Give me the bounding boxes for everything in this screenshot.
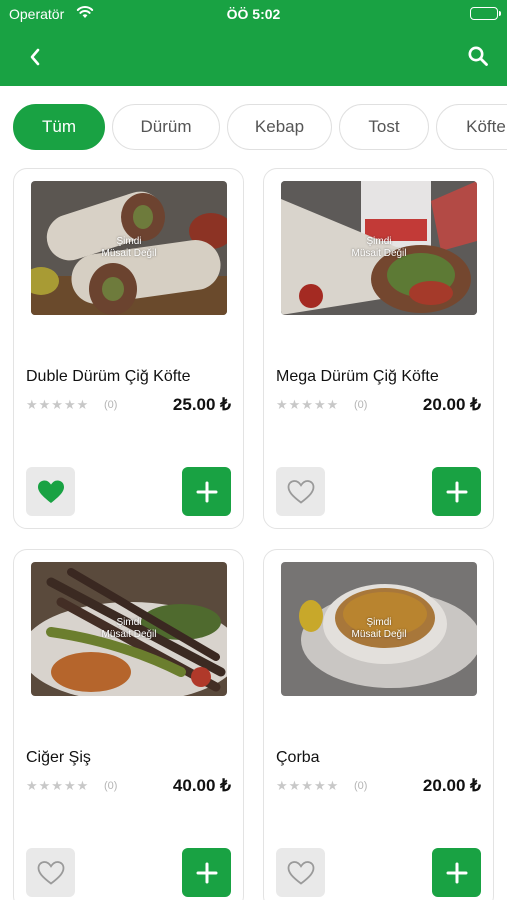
- add-to-cart-button[interactable]: [432, 467, 481, 516]
- availability-label: Müsait Değil: [351, 629, 407, 640]
- category-filter-bar: Tüm Dürüm Kebap Tost Köfte: [0, 104, 507, 152]
- star-rating: ★★★★★: [276, 397, 340, 412]
- heart-outline-icon: [37, 860, 64, 885]
- product-card[interactable]: Şimdi Müsait Değil Ciğer Şiş ★★★★★ (0) 4…: [13, 549, 244, 900]
- category-chip-tum[interactable]: Tüm: [13, 104, 105, 150]
- status-bar: Operatör ÖÖ 5:02: [0, 0, 507, 28]
- plus-icon: [196, 862, 217, 883]
- availability-label: Şimdi: [366, 617, 392, 628]
- availability-label: Şimdi: [116, 617, 142, 628]
- rating-count: (0): [354, 399, 368, 411]
- product-card[interactable]: Şimdi Müsait Değil Duble Dürüm Çiğ Köfte…: [13, 168, 244, 529]
- product-name: Duble Dürüm Çiğ Köfte: [26, 368, 191, 385]
- rating-count: (0): [104, 399, 118, 411]
- product-image: Şimdi Müsait Değil: [281, 562, 477, 696]
- category-chip-durum[interactable]: Dürüm: [112, 104, 220, 150]
- app-screen: Operatör ÖÖ 5:02 Tüm Dürüm Kebap Tost Kö…: [0, 0, 507, 900]
- availability-overlay: Şimdi Müsait Değil: [31, 562, 227, 696]
- availability-label: Müsait Değil: [101, 629, 157, 640]
- search-icon: [468, 46, 488, 66]
- product-name: Çorba: [276, 749, 320, 766]
- add-to-cart-button[interactable]: [432, 848, 481, 897]
- back-button[interactable]: [22, 44, 48, 70]
- availability-label: Şimdi: [366, 236, 392, 247]
- top-app-bar: Operatör ÖÖ 5:02: [0, 0, 507, 86]
- star-rating: ★★★★★: [26, 397, 90, 412]
- product-price: 40.00 ₺: [172, 776, 231, 795]
- plus-icon: [446, 862, 467, 883]
- product-price: 20.00 ₺: [422, 776, 481, 795]
- availability-label: Müsait Değil: [351, 248, 407, 259]
- plus-icon: [196, 481, 217, 502]
- product-price: 20.00 ₺: [422, 395, 481, 414]
- product-image: Şimdi Müsait Değil: [31, 562, 227, 696]
- favorite-button[interactable]: [276, 467, 325, 516]
- favorite-button[interactable]: [26, 467, 75, 516]
- favorite-button[interactable]: [26, 848, 75, 897]
- favorite-button[interactable]: [276, 848, 325, 897]
- product-price: 25.00 ₺: [172, 395, 231, 414]
- add-to-cart-button[interactable]: [182, 467, 231, 516]
- heart-outline-icon: [287, 479, 314, 504]
- category-chip-kofte[interactable]: Köfte: [436, 104, 507, 150]
- battery-icon: [470, 7, 501, 20]
- search-button[interactable]: [464, 42, 492, 70]
- rating-count: (0): [354, 780, 368, 792]
- product-name: Ciğer Şiş: [26, 749, 91, 766]
- availability-overlay: Şimdi Müsait Değil: [281, 181, 477, 315]
- star-rating: ★★★★★: [26, 778, 90, 793]
- heart-outline-icon: [287, 860, 314, 885]
- heart-filled-icon: [37, 480, 64, 503]
- availability-label: Müsait Değil: [101, 248, 157, 259]
- availability-label: Şimdi: [116, 236, 142, 247]
- product-card[interactable]: Şimdi Müsait Değil Mega Dürüm Çiğ Köfte …: [263, 168, 494, 529]
- add-to-cart-button[interactable]: [182, 848, 231, 897]
- category-chip-kebap[interactable]: Kebap: [227, 104, 332, 150]
- clock: ÖÖ 5:02: [226, 6, 281, 22]
- availability-overlay: Şimdi Müsait Değil: [31, 181, 227, 315]
- product-name: Mega Dürüm Çiğ Köfte: [276, 368, 439, 385]
- product-image: Şimdi Müsait Değil: [281, 181, 477, 315]
- product-image: Şimdi Müsait Değil: [31, 181, 227, 315]
- category-chip-tost[interactable]: Tost: [339, 104, 429, 150]
- rating-count: (0): [104, 780, 118, 792]
- chevron-left-icon: [30, 48, 40, 66]
- product-card[interactable]: Şimdi Müsait Değil Çorba ★★★★★ (0) 20.00…: [263, 549, 494, 900]
- plus-icon: [446, 481, 467, 502]
- star-rating: ★★★★★: [276, 778, 340, 793]
- availability-overlay: Şimdi Müsait Değil: [281, 562, 477, 696]
